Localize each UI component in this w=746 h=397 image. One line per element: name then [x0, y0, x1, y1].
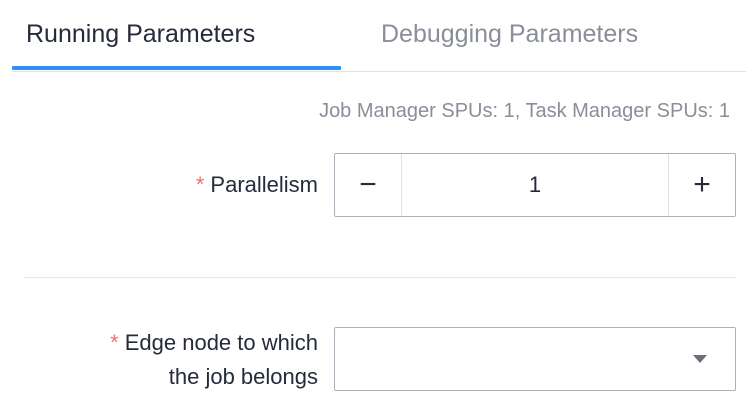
edge-node-select[interactable]	[334, 327, 736, 391]
parallelism-label: * Parallelism	[196, 168, 318, 202]
tab-debugging-parameters[interactable]: Debugging Parameters	[381, 14, 638, 54]
required-asterisk: *	[195, 172, 205, 197]
job-parameters-panel: Running Parameters Debugging Parameters …	[0, 0, 746, 397]
tab-running-parameters[interactable]: Running Parameters	[26, 14, 255, 54]
edge-node-label-line2: the job belongs	[168, 364, 318, 389]
increment-button[interactable]: +	[668, 154, 735, 216]
parallelism-label-text: Parallelism	[210, 172, 318, 197]
active-tab-indicator	[12, 66, 341, 70]
edge-node-label-line1: Edge node to which	[124, 330, 318, 355]
edge-node-label: * Edge node to which the job belongs	[110, 326, 318, 394]
resource-info-text: Job Manager SPUs: 1, Task Manager SPUs: …	[319, 100, 730, 122]
decrement-button[interactable]: −	[335, 154, 402, 216]
parallelism-value[interactable]: 1	[402, 154, 668, 216]
caret-down-icon	[693, 355, 707, 363]
minus-icon: −	[359, 168, 377, 201]
plus-icon: +	[693, 168, 711, 201]
section-divider	[24, 277, 736, 278]
parallelism-stepper: − 1 +	[334, 153, 736, 217]
parameters-tabs: Running Parameters Debugging Parameters	[12, 0, 746, 72]
required-asterisk: *	[110, 330, 119, 355]
